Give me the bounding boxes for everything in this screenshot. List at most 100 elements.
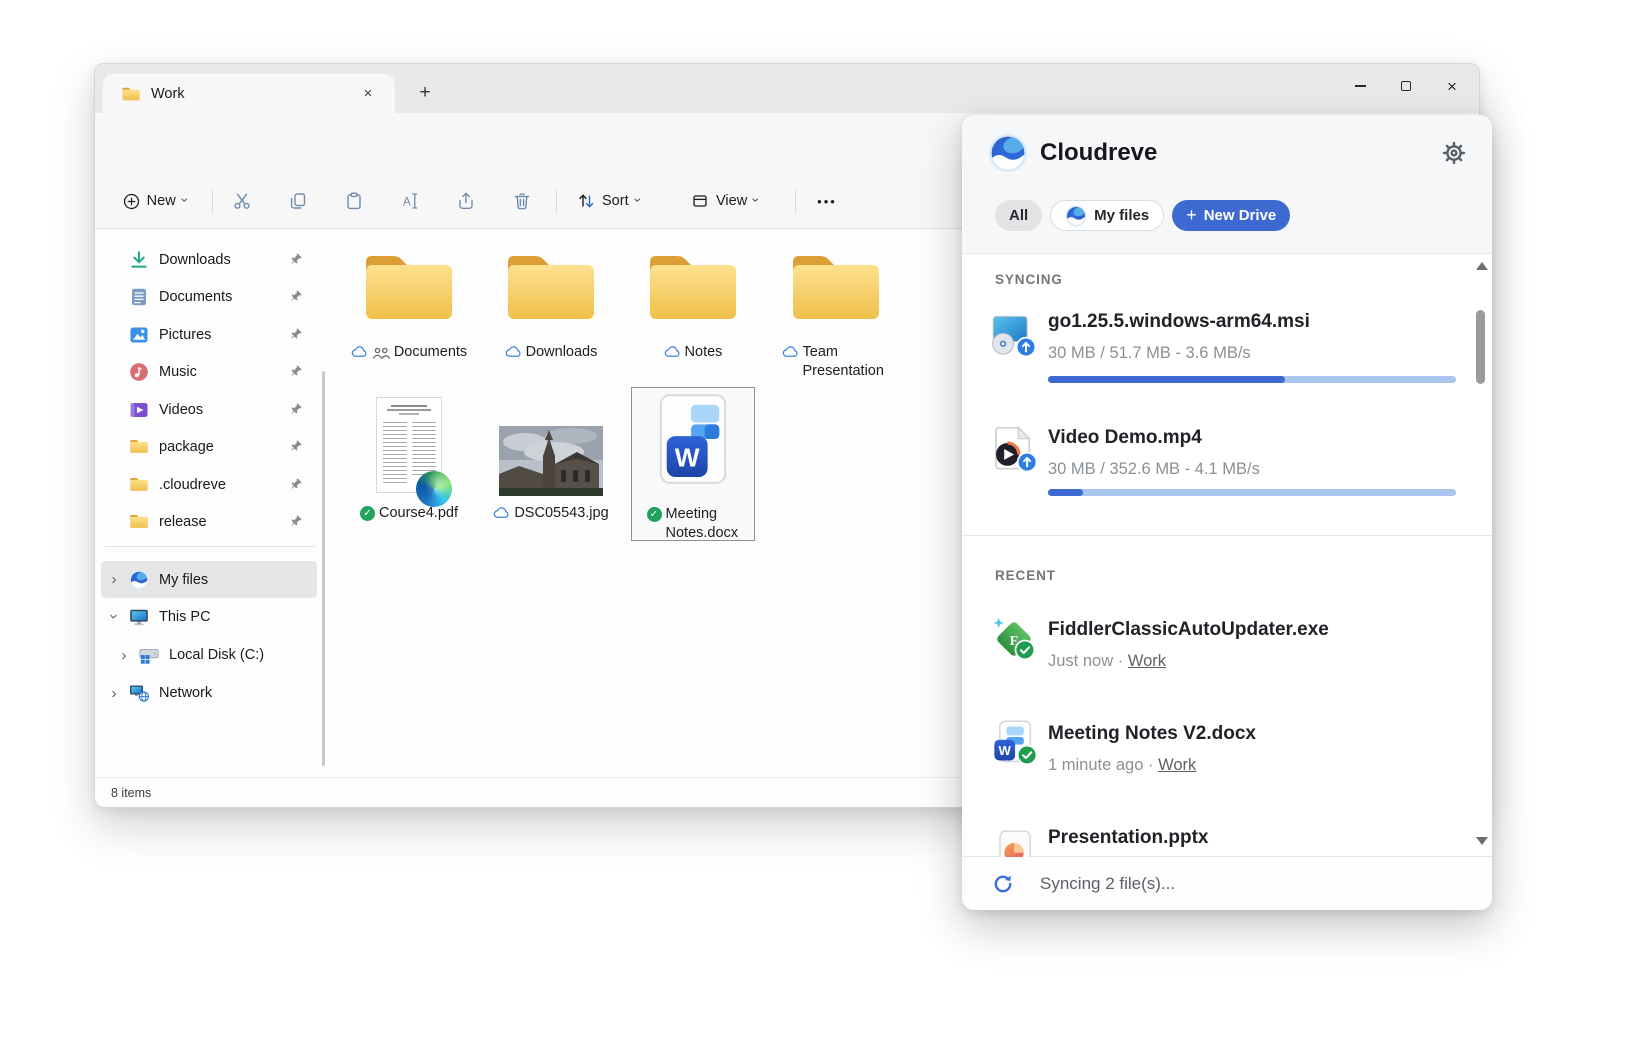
- toolbar-divider: [556, 189, 557, 213]
- scroll-up-arrow[interactable]: [1476, 262, 1488, 270]
- recent-file-name: FiddlerClassicAutoUpdater.exe: [1048, 619, 1329, 641]
- sync-file-detail: 30 MB / 352.6 MB - 4.1 MB/s: [1048, 460, 1260, 479]
- sidebar-item-local-disk[interactable]: › Local Disk (C:): [111, 637, 317, 674]
- delete-button[interactable]: [500, 183, 544, 219]
- view-button[interactable]: View ›: [681, 183, 769, 219]
- folder-icon: [129, 437, 149, 457]
- items-count: 8 items: [111, 786, 151, 800]
- recent-location-link[interactable]: Work: [1128, 652, 1166, 670]
- more-options-button[interactable]: •••: [807, 183, 847, 219]
- chevron-right-icon[interactable]: ›: [107, 685, 121, 702]
- rename-button[interactable]: A: [388, 183, 432, 219]
- sync-file-name: Video Demo.mp4: [1048, 427, 1202, 449]
- folder-icon: [129, 475, 149, 495]
- tab-close-icon[interactable]: ×: [357, 83, 379, 105]
- maximize-button[interactable]: [1383, 64, 1429, 108]
- chevron-down-icon: ›: [177, 198, 193, 203]
- new-drive-button[interactable]: + New Drive: [1172, 200, 1290, 231]
- view-button-label: View: [716, 193, 747, 209]
- folder-icon: [121, 86, 141, 102]
- monitor-icon: [129, 607, 149, 627]
- synced-status-icon: ✓: [647, 507, 662, 522]
- minimize-button[interactable]: [1337, 64, 1383, 108]
- pictures-icon: [129, 325, 149, 345]
- cloud-status-icon: [505, 346, 522, 359]
- pin-icon[interactable]: [287, 327, 303, 343]
- pin-icon[interactable]: [287, 252, 303, 268]
- panel-scrollbar-thumb[interactable]: [1476, 310, 1485, 384]
- cut-button[interactable]: [220, 183, 264, 219]
- recent-location-link[interactable]: Work: [1158, 756, 1196, 774]
- minimize-icon: [1355, 85, 1366, 87]
- clipboard-icon: [344, 191, 364, 211]
- paste-button[interactable]: [332, 183, 376, 219]
- file-tile-course4-pdf[interactable]: ✓ Course4.pdf: [338, 387, 480, 547]
- pin-icon[interactable]: [287, 289, 303, 305]
- videos-icon: [129, 400, 149, 420]
- sidebar-scrollbar[interactable]: [322, 371, 325, 766]
- window-controls: ×: [1337, 64, 1475, 108]
- filter-all[interactable]: All: [995, 200, 1042, 231]
- sidebar-item-release[interactable]: release: [101, 504, 317, 541]
- folder-icon: [360, 247, 458, 327]
- powerpoint-file-icon: [990, 829, 1038, 857]
- copy-button[interactable]: [276, 183, 320, 219]
- progress-fill: [1048, 489, 1083, 496]
- folder-tile-downloads[interactable]: Downloads: [480, 241, 622, 383]
- share-icon: [456, 191, 476, 211]
- file-tile-dsc05543-jpg[interactable]: DSC05543.jpg: [480, 387, 622, 547]
- close-button[interactable]: ×: [1429, 64, 1475, 108]
- folder-icon: [502, 247, 600, 327]
- sidebar-item-videos[interactable]: Videos: [101, 391, 317, 428]
- rename-icon: A: [400, 191, 420, 211]
- new-tab-button[interactable]: +: [411, 79, 439, 107]
- pin-icon[interactable]: [287, 514, 303, 530]
- sidebar-item-downloads[interactable]: Downloads: [101, 241, 317, 278]
- folder-tile-notes[interactable]: Notes: [622, 241, 764, 383]
- gear-icon[interactable]: [1442, 141, 1466, 165]
- sync-status-icon: [992, 873, 1014, 895]
- file-name: Meeting Notes.docx: [666, 505, 740, 543]
- sidebar-divider: [105, 546, 315, 547]
- video-file-icon: [990, 425, 1038, 473]
- new-button[interactable]: New ›: [109, 183, 201, 219]
- sort-button-label: Sort: [602, 193, 629, 209]
- folder-tile-documents[interactable]: Documents: [338, 241, 480, 383]
- sidebar-item-music[interactable]: Music: [101, 354, 317, 391]
- chevron-down-icon[interactable]: ›: [106, 609, 123, 623]
- sidebar-item-package[interactable]: package: [101, 429, 317, 466]
- pin-icon[interactable]: [287, 439, 303, 455]
- progress-bar: [1048, 376, 1456, 383]
- separator: ·: [1118, 652, 1124, 670]
- sidebar-item-pictures[interactable]: Pictures: [101, 316, 317, 353]
- tab-work[interactable]: Work ×: [103, 74, 395, 113]
- folder-name: Downloads: [526, 343, 598, 362]
- word-file-icon: W: [990, 719, 1038, 767]
- documents-icon: [129, 287, 149, 307]
- share-button[interactable]: [444, 183, 488, 219]
- chevron-right-icon[interactable]: ›: [107, 571, 121, 588]
- file-tile-meeting-notes-docx[interactable]: W ✓ Meeting Notes.docx: [622, 387, 764, 547]
- sidebar-item-network[interactable]: › Network: [101, 675, 317, 712]
- recent-time: Just now: [1048, 652, 1113, 670]
- sidebar-item-documents[interactable]: Documents: [101, 279, 317, 316]
- folder-tile-team-presentation[interactable]: Team Presentation: [765, 241, 907, 383]
- filter-chips: All My files + New Drive: [995, 200, 1290, 231]
- cloudreve-logo-icon: [1065, 205, 1087, 227]
- chevron-right-icon[interactable]: ›: [117, 647, 131, 664]
- pin-icon[interactable]: [287, 402, 303, 418]
- pin-icon[interactable]: [287, 477, 303, 493]
- sidebar-item-my-files[interactable]: › My files: [101, 561, 317, 598]
- edge-logo-icon: [416, 471, 452, 507]
- progress-fill: [1048, 376, 1285, 383]
- cloudreve-logo-icon: [129, 570, 149, 590]
- svg-text:W: W: [999, 743, 1012, 758]
- syncing-section-header: SYNCING: [995, 272, 1063, 287]
- filter-my-files[interactable]: My files: [1050, 200, 1164, 231]
- sort-button[interactable]: Sort ›: [567, 183, 650, 219]
- sidebar-item-this-pc[interactable]: › This PC: [101, 599, 317, 636]
- sidebar-item-cloudreve-folder[interactable]: .cloudreve: [101, 466, 317, 503]
- pin-icon[interactable]: [287, 364, 303, 380]
- cloud-status-icon: [664, 346, 681, 359]
- scroll-down-arrow[interactable]: [1476, 837, 1488, 845]
